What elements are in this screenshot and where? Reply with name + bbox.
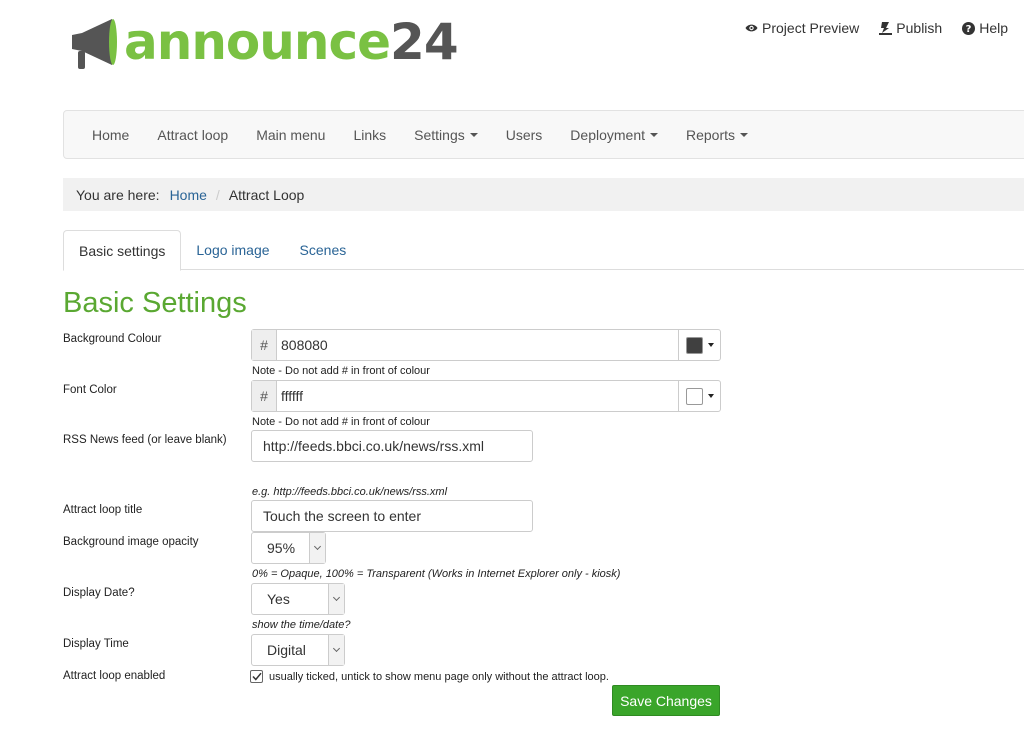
attract-enabled-label: Attract loop enabled [63, 670, 166, 682]
colour-swatch [685, 336, 703, 354]
nav-deployment-label: Deployment [570, 126, 645, 143]
project-preview-label: Project Preview [762, 20, 860, 36]
megaphone-icon [72, 19, 117, 69]
select-arrow [309, 533, 325, 563]
font-color-picker-button[interactable] [678, 381, 720, 411]
nav-settings-label: Settings [414, 126, 465, 143]
attract-title-input[interactable]: Touch the screen to enter [251, 500, 533, 532]
nav-users[interactable]: Users [506, 127, 543, 143]
attract-title-label: Attract loop title [63, 504, 143, 516]
caret-down-icon [650, 132, 658, 137]
tab-bar: Basic settings Logo image Scenes [63, 230, 1024, 271]
caret-down-icon [469, 132, 478, 137]
nav-links[interactable]: Links [353, 127, 386, 143]
logo-wordmark: announce24 [124, 17, 459, 67]
breadcrumb: You are here: Home / Attract Loop [63, 178, 1024, 211]
tab-basic-settings-label: Basic settings [79, 242, 166, 259]
svg-text:?: ? [966, 24, 972, 35]
nav-main-menu[interactable]: Main menu [256, 127, 325, 143]
page-title: Basic Settings [63, 287, 247, 319]
display-date-select[interactable]: Yes [251, 583, 345, 615]
chevron-down-icon [332, 593, 341, 602]
nav-attract-loop-label: Attract loop [157, 126, 229, 143]
bg-colour-input-group: # 808080 [251, 329, 721, 361]
project-preview-link[interactable]: Project Preview [745, 20, 859, 36]
nav-reports[interactable]: Reports [686, 126, 749, 143]
display-time-select[interactable]: Digital [251, 634, 345, 666]
opacity-label: Background image opacity [63, 536, 199, 548]
logo: announce24 [68, 12, 459, 72]
bg-colour-picker-button[interactable] [678, 330, 720, 360]
display-time-select-value: Digital [267, 642, 306, 658]
display-date-select-value: Yes [267, 591, 290, 607]
tab-basic-settings[interactable]: Basic settings [63, 230, 182, 271]
bg-colour-note: Note - Do not add # in front of colour [252, 365, 430, 377]
rss-label: RSS News feed (or leave blank) [63, 434, 227, 446]
font-color-input[interactable]: ffffff [277, 381, 678, 411]
attract-enabled-row: usually ticked, untick to show menu page… [250, 670, 609, 683]
select-arrow [328, 635, 344, 665]
opacity-note: 0% = Opaque, 100% = Transparent (Works i… [252, 568, 621, 580]
breadcrumb-home-link[interactable]: Home [170, 187, 207, 203]
rss-input[interactable]: http://feeds.bbci.co.uk/news/rss.xml [251, 430, 533, 462]
bg-colour-input[interactable]: 808080 [277, 330, 678, 360]
hash-addon: # [252, 330, 277, 360]
opacity-select[interactable]: 95% [251, 532, 326, 564]
attract-enabled-checkbox[interactable] [250, 670, 263, 683]
chevron-down-icon [332, 644, 341, 653]
question-icon: ? [962, 21, 976, 35]
breadcrumb-prefix: You are here: [76, 186, 160, 203]
select-arrow [328, 584, 344, 614]
nav-home[interactable]: Home [92, 127, 129, 143]
tab-scenes-label: Scenes [299, 242, 347, 258]
nav-users-label: Users [505, 126, 543, 143]
rss-example-note: e.g. http://feeds.bbci.co.uk/news/rss.xm… [252, 486, 448, 498]
tab-logo-image[interactable]: Logo image [181, 230, 284, 270]
breadcrumb-separator: / [215, 186, 220, 203]
nav-attract-loop[interactable]: Attract loop [157, 127, 228, 143]
opacity-select-value: 95% [267, 540, 296, 556]
caret-down-icon [740, 132, 749, 137]
font-color-input-group: # ffffff [251, 380, 721, 412]
chevron-down-icon [313, 542, 322, 551]
help-label: Help [979, 20, 1008, 36]
nav-main-menu-label: Main menu [256, 126, 326, 143]
colour-swatch [685, 387, 703, 405]
main-navbar: Home Attract loop Main menu Links Settin… [63, 110, 1024, 159]
bg-colour-label: Background Colour [63, 333, 162, 345]
save-changes-button[interactable]: Save Changes [612, 685, 720, 716]
tab-scenes[interactable]: Scenes [285, 230, 362, 270]
publish-link[interactable]: Publish [879, 20, 942, 36]
caret-down-icon [707, 343, 714, 347]
logo-text-part1: announce [124, 13, 391, 71]
logo-text-part2: 24 [390, 13, 459, 71]
top-links: Project Preview Publish ? Help [745, 20, 1008, 36]
font-color-note: Note - Do not add # in front of colour [252, 416, 430, 428]
nav-settings[interactable]: Settings [414, 127, 478, 143]
display-date-note: show the time/date? [252, 619, 351, 631]
breadcrumb-current: Attract Loop [228, 186, 305, 203]
font-color-label: Font Color [63, 384, 117, 396]
nav-deployment[interactable]: Deployment [570, 127, 658, 143]
nav-links-label: Links [353, 126, 387, 143]
nav-reports-label: Reports [686, 126, 736, 143]
eye-icon [745, 24, 758, 32]
nav-home-label: Home [92, 126, 130, 143]
checkmark-icon [251, 672, 262, 681]
attract-enabled-note: usually ticked, untick to show menu page… [269, 670, 609, 683]
caret-down-icon [707, 394, 714, 398]
publish-icon [879, 22, 893, 35]
publish-label: Publish [896, 20, 943, 36]
hash-addon: # [252, 381, 277, 411]
tab-logo-image-label: Logo image [196, 242, 270, 258]
display-time-label: Display Time [63, 638, 129, 650]
display-date-label: Display Date? [63, 587, 135, 599]
help-link[interactable]: ? Help [962, 20, 1008, 36]
